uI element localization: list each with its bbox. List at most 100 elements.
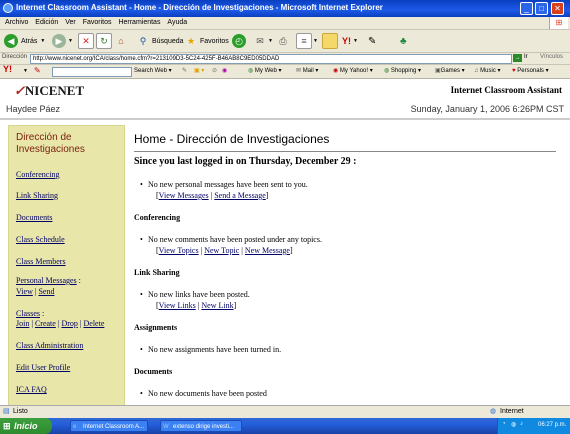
- personals-label: Personals: [517, 68, 544, 74]
- my-web-button[interactable]: ◍ My Web ▾: [248, 67, 282, 76]
- sidebar: Dirección de Investigaciones Conferencin…: [8, 125, 125, 405]
- sidebar-item-edit-profile[interactable]: Edit User Profile: [16, 363, 70, 372]
- taskbar-item-word[interactable]: W extenso dirige investi...: [160, 420, 242, 432]
- favorites-button[interactable]: ★ Favoritos: [184, 33, 229, 49]
- sidebar-heading[interactable]: Dirección de Investigaciones: [16, 132, 121, 156]
- conferencing-heading: Conferencing: [134, 213, 181, 222]
- nicenet-logo[interactable]: ✓NICENET: [14, 83, 84, 99]
- documents-status: No new documents have been posted: [140, 389, 267, 398]
- highlight-icon[interactable]: ✎: [182, 67, 187, 76]
- documents-heading: Documents: [134, 367, 173, 376]
- forward-button[interactable]: ▶ ▼: [52, 33, 73, 49]
- music-button[interactable]: ♫ Music ▾: [474, 67, 501, 76]
- menu-favoritos[interactable]: Favoritos: [83, 17, 112, 29]
- shopping-button[interactable]: ◍ Shopping ▾: [384, 67, 421, 76]
- refresh-button[interactable]: ↻: [96, 33, 112, 49]
- sidebar-item-personal-messages[interactable]: Personal Messages: [16, 276, 77, 285]
- drop-class-link[interactable]: Drop: [61, 319, 77, 328]
- back-button[interactable]: ◀ Atrás ▼: [4, 33, 45, 49]
- search-button[interactable]: ⚲ Búsqueda: [136, 33, 184, 49]
- new-link-link[interactable]: New Link: [201, 301, 233, 310]
- sidebar-view-messages-link[interactable]: View: [16, 287, 33, 296]
- delete-class-link[interactable]: Delete: [84, 319, 105, 328]
- yahoo-search-input[interactable]: [52, 67, 132, 77]
- shopping-label: Shopping: [390, 68, 417, 74]
- taskbar-item-ie[interactable]: e Internet Classroom A...: [70, 420, 148, 432]
- separator: |: [57, 319, 60, 328]
- sidebar-item-documents[interactable]: Documents: [16, 213, 52, 222]
- sidebar-send-message-link[interactable]: Send: [38, 287, 54, 296]
- search-web-button[interactable]: Search Web ▾: [134, 67, 172, 76]
- clock: 06:27 p.m.: [538, 422, 567, 428]
- mail-button[interactable]: ✉ ▼: [253, 33, 273, 49]
- block-icon[interactable]: ⊘: [212, 67, 217, 76]
- back-label: Atrás: [21, 37, 38, 45]
- mail-toolbar-button[interactable]: ✉ Mail ▾: [296, 67, 318, 76]
- view-messages-link[interactable]: View Messages: [159, 191, 209, 200]
- my-web-label: My Web: [254, 68, 277, 74]
- sidebar-item-classes[interactable]: Classes: [16, 309, 40, 318]
- menu-ver[interactable]: Ver: [65, 17, 76, 29]
- stop-button[interactable]: ✕: [78, 33, 94, 49]
- bracket: ]: [265, 191, 269, 200]
- forward-arrow-icon: ▶: [52, 34, 66, 48]
- print-button[interactable]: ⎙: [276, 33, 290, 49]
- links-label[interactable]: Vínculos: [540, 54, 563, 60]
- sidebar-item-conferencing[interactable]: Conferencing: [16, 170, 60, 179]
- view-links-link[interactable]: View Links: [159, 301, 196, 310]
- chevron-down-icon: ▼: [353, 38, 358, 44]
- minimize-button[interactable]: _: [520, 2, 533, 15]
- tray-icon[interactable]: ◍: [511, 421, 516, 428]
- new-message-link[interactable]: New Message: [245, 246, 290, 255]
- browser-toolbar: ◀ Atrás ▼ ▶ ▼ ✕ ↻ ⌂ ⚲ Búsqueda ★ Favorit…: [0, 30, 570, 53]
- go-label[interactable]: Ir: [524, 54, 528, 60]
- menu-herramientas[interactable]: Herramientas: [118, 17, 160, 29]
- yahoo-brand[interactable]: Y!: [3, 65, 12, 74]
- antispy-icon[interactable]: ◉: [222, 67, 227, 76]
- personals-button[interactable]: ♥ Personals ▾: [512, 67, 549, 76]
- join-class-link[interactable]: Join: [16, 319, 29, 328]
- volume-icon[interactable]: ♪: [520, 421, 523, 427]
- personal-messages-actions: View | Send: [16, 287, 54, 296]
- send-message-link[interactable]: Send a Message: [214, 191, 266, 200]
- home-icon: ⌂: [118, 36, 124, 46]
- history-button[interactable]: ◴: [232, 33, 246, 49]
- games-button[interactable]: ▣Games ▾: [435, 67, 465, 76]
- address-input[interactable]: http://www.nicenet.org/ICA/class/home.cf…: [30, 54, 512, 64]
- pencil-icon[interactable]: ✎: [34, 66, 41, 75]
- view-topics-link[interactable]: View Topics: [159, 246, 199, 255]
- sidebar-item-class-administration[interactable]: Class Administration: [16, 341, 83, 350]
- separator: |: [197, 301, 200, 310]
- sidebar-item-faq[interactable]: ICA FAQ: [16, 385, 47, 394]
- tray-icon[interactable]: ◔: [502, 421, 506, 427]
- sidebar-item-class-members[interactable]: Class Members: [16, 257, 66, 266]
- back-arrow-icon: ◀: [4, 34, 18, 48]
- chevron-down-icon[interactable]: ▼: [23, 67, 28, 76]
- menu-ayuda[interactable]: Ayuda: [167, 17, 187, 29]
- close-button[interactable]: ✕: [551, 2, 564, 15]
- print-icon: ⎙: [279, 36, 287, 46]
- create-class-link[interactable]: Create: [35, 319, 56, 328]
- maximize-button[interactable]: □: [535, 2, 548, 15]
- discuss-button[interactable]: ✎: [368, 33, 376, 49]
- links-actions: [View Links | New Link]: [156, 301, 236, 310]
- pen-icon: ✎: [368, 35, 377, 47]
- new-topic-link[interactable]: New Topic: [204, 246, 239, 255]
- window-title: Internet Classroom Assistant - Home - Di…: [16, 3, 383, 12]
- menu-edicion[interactable]: Edición: [35, 17, 58, 29]
- edit-button[interactable]: ≡ ▼: [296, 33, 318, 49]
- separator: |: [34, 287, 37, 296]
- home-button[interactable]: ⌂: [114, 33, 128, 49]
- folder-button[interactable]: [322, 33, 338, 49]
- go-arrow-icon[interactable]: →: [513, 54, 522, 62]
- word-icon: W: [163, 424, 169, 430]
- messenger-button[interactable]: ♣: [400, 33, 407, 49]
- sidebar-item-link-sharing[interactable]: Link Sharing: [16, 191, 58, 200]
- my-yahoo-button[interactable]: ◉ My Yahoo! ▾: [333, 67, 373, 76]
- music-icon: ♫: [474, 68, 479, 74]
- sidebar-item-class-schedule[interactable]: Class Schedule: [16, 235, 65, 244]
- menu-archivo[interactable]: Archivo: [5, 17, 28, 29]
- start-button[interactable]: ⊞ Inicio: [0, 418, 52, 434]
- yahoo-button[interactable]: Y! ▼: [342, 33, 358, 49]
- bookmark-icon[interactable]: ▣ ▾: [194, 67, 204, 76]
